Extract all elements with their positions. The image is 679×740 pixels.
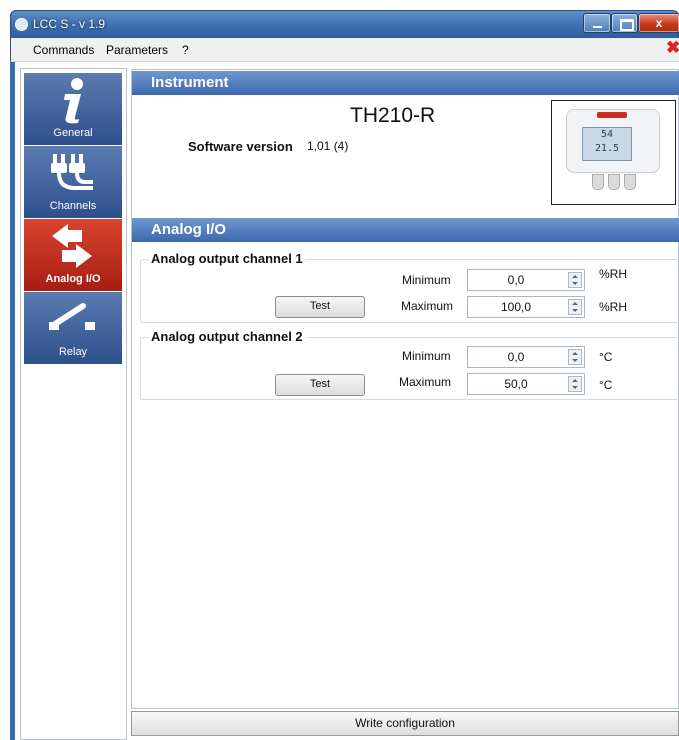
info-icon — [64, 78, 83, 124]
maximum-value: 50,0 — [504, 377, 528, 391]
device-image: 54 21.5 — [551, 100, 676, 205]
minimum-value: 0,0 — [507, 350, 525, 364]
device-brand-tag — [597, 112, 627, 118]
device-body: 54 21.5 — [566, 109, 660, 173]
switch-icon — [49, 303, 95, 330]
sidebar-item-label: Relay — [58, 346, 88, 358]
arrows-icon — [52, 224, 92, 268]
close-window-button[interactable]: x — [638, 13, 679, 33]
minimum-spinner[interactable] — [568, 349, 582, 365]
minimum-spinner[interactable] — [568, 272, 582, 288]
maximum-spinner[interactable] — [568, 299, 582, 315]
title-bar: LCC S - v 1.9 x — [10, 10, 679, 38]
minimum-input[interactable]: 0,0 — [467, 346, 585, 368]
menu-parameters[interactable]: Parameters — [106, 43, 168, 57]
device-display: 54 21.5 — [582, 127, 632, 161]
minimum-value: 0,0 — [507, 273, 525, 287]
device-display-line-1: 54 — [600, 129, 614, 140]
analog-io-header: Analog I/O — [132, 218, 679, 242]
menu-help[interactable]: ? — [182, 43, 189, 57]
sidebar-item-label: Analog I/O — [45, 273, 101, 285]
sidebar-item-general[interactable]: General — [24, 73, 122, 145]
software-version-label: Software version — [188, 139, 293, 154]
software-version-value: 1,01 (4) — [307, 139, 349, 153]
close-icon: x — [655, 16, 663, 30]
instrument-header: Instrument — [132, 71, 679, 95]
sidebar: General Channels Analog I/O Relay — [20, 68, 127, 740]
red-x-icon[interactable]: ✖ — [666, 38, 679, 58]
device-gland — [608, 174, 620, 190]
maximum-value: 100,0 — [500, 300, 532, 314]
main-panel: Instrument TH210-R Software version 1,01… — [131, 69, 679, 709]
maximum-unit: °C — [599, 378, 613, 392]
sidebar-item-analog-io[interactable]: Analog I/O — [24, 219, 122, 291]
maximum-spinner[interactable] — [568, 376, 582, 392]
minimum-unit: %RH — [599, 267, 628, 281]
sidebar-item-label: Channels — [49, 200, 97, 212]
maximum-input[interactable]: 50,0 — [467, 373, 585, 395]
device-gland — [592, 174, 604, 190]
minimize-button[interactable] — [583, 13, 611, 33]
device-display-line-2: 21.5 — [594, 143, 620, 154]
window-frame-left — [10, 62, 15, 740]
maximum-label: Maximum — [399, 375, 452, 389]
sidebar-item-label: General — [53, 127, 93, 139]
write-configuration-button[interactable]: Write configuration — [131, 711, 679, 736]
maximize-button[interactable] — [611, 13, 638, 33]
channel-title: Analog output channel 2 — [148, 329, 306, 344]
menu-bar: Commands Parameters ? ✖ — [10, 38, 679, 62]
test-button[interactable]: Test — [275, 374, 365, 396]
app-icon — [15, 18, 28, 31]
analog-output-channel-2: Analog output channel 2 Minimum 0,0 °C T… — [140, 329, 679, 400]
minimum-label: Minimum — [402, 273, 451, 287]
minimum-input[interactable]: 0,0 — [467, 269, 585, 291]
sidebar-item-channels[interactable]: Channels — [24, 146, 122, 218]
maximum-unit: %RH — [599, 300, 628, 314]
maximum-input[interactable]: 100,0 — [467, 296, 585, 318]
device-gland — [624, 174, 636, 190]
channel-title: Analog output channel 1 — [148, 251, 306, 266]
minimum-unit: °C — [599, 350, 613, 364]
window-title: LCC S - v 1.9 — [33, 17, 106, 31]
plug-icon — [51, 154, 93, 190]
sidebar-item-relay[interactable]: Relay — [24, 292, 122, 364]
menu-commands[interactable]: Commands — [33, 43, 94, 57]
minimum-label: Minimum — [402, 349, 451, 363]
test-button[interactable]: Test — [275, 296, 365, 318]
analog-output-channel-1: Analog output channel 1 Minimum 0,0 %RH … — [140, 251, 679, 323]
instrument-model: TH210-R — [350, 104, 436, 127]
maximum-label: Maximum — [401, 299, 454, 313]
